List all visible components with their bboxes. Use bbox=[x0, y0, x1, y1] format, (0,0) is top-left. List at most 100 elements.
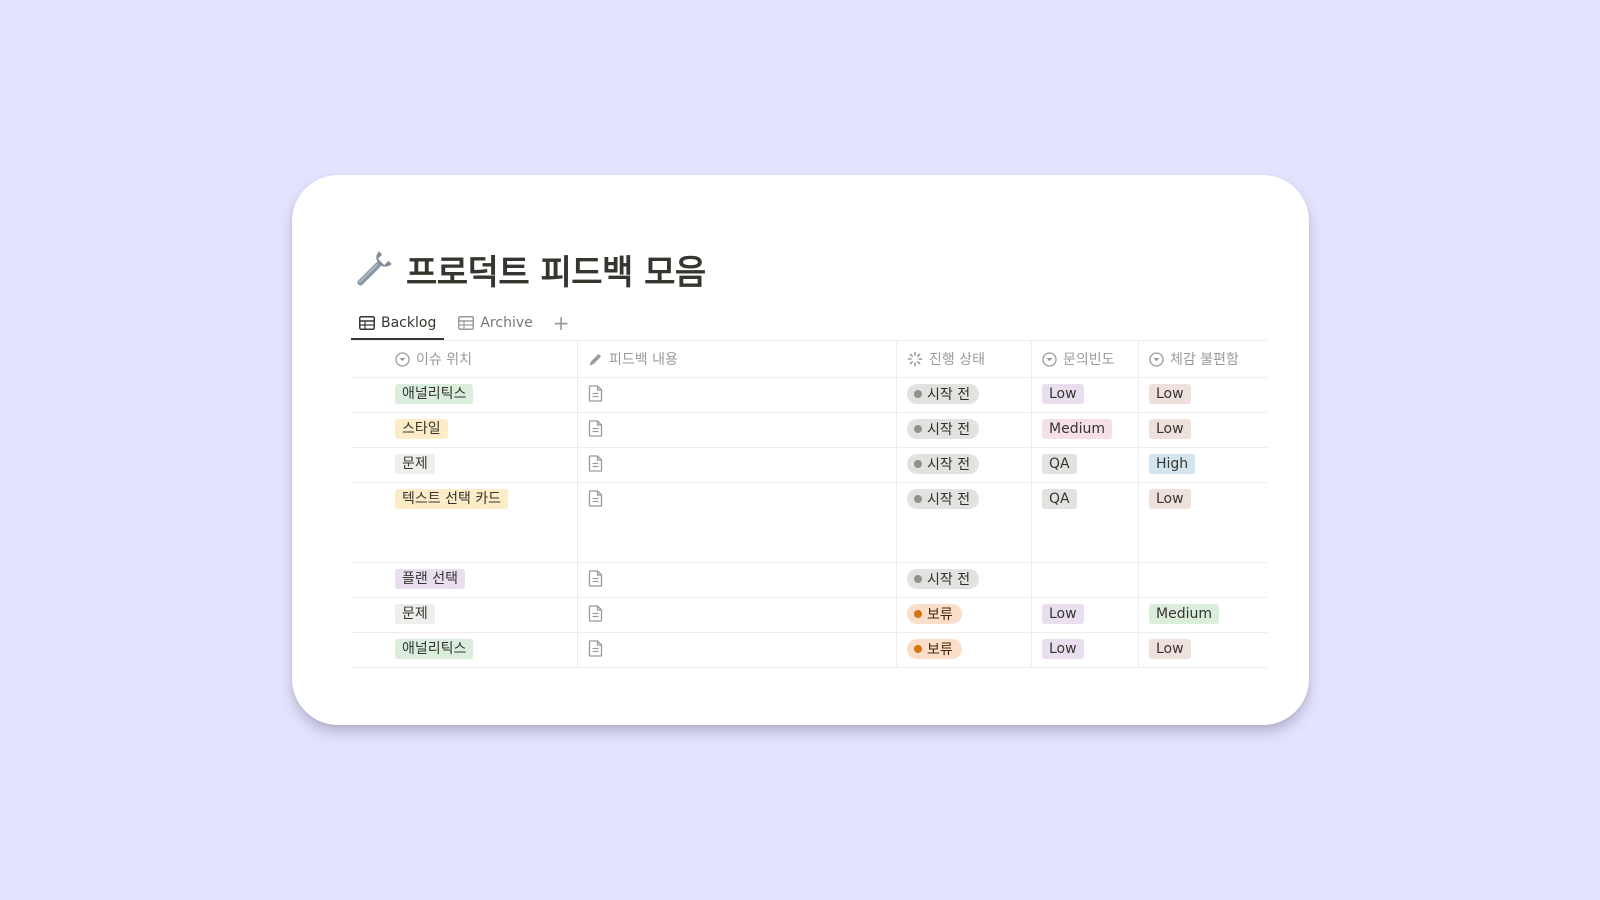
column-header-status[interactable]: 진행 상태 bbox=[897, 341, 1032, 377]
status-dot bbox=[914, 495, 922, 503]
cell-feedback[interactable] bbox=[578, 633, 897, 667]
inconvenience-tag: Low bbox=[1149, 639, 1191, 659]
document-icon bbox=[588, 605, 603, 622]
cell-status[interactable]: 시작 전 bbox=[897, 378, 1032, 412]
page-header: 프로덕트 피드백 모음 bbox=[352, 243, 706, 295]
cell-feedback[interactable] bbox=[578, 448, 897, 482]
table-header: 이슈 위치 피드백 내용 진행 상태 문의빈도 체감 불편함 bbox=[351, 341, 1267, 378]
status-label: 시작 전 bbox=[927, 457, 971, 473]
status-badge: 보류 bbox=[907, 604, 962, 624]
document-icon bbox=[588, 570, 603, 587]
column-header-feedback-label: 피드백 내용 bbox=[609, 352, 678, 368]
cell-status[interactable]: 보류 bbox=[897, 598, 1032, 632]
table-row[interactable]: 문제 시작 전 QA High bbox=[351, 448, 1267, 483]
location-tag: 애널리틱스 bbox=[395, 384, 474, 404]
column-header-feedback[interactable]: 피드백 내용 bbox=[578, 341, 897, 377]
cell-status[interactable]: 보류 bbox=[897, 633, 1032, 667]
column-header-inconvenience-label: 체감 불편함 bbox=[1170, 352, 1239, 368]
document-icon bbox=[588, 640, 603, 657]
status-label: 시작 전 bbox=[927, 422, 971, 438]
select-icon bbox=[1149, 351, 1164, 367]
cell-location[interactable]: 문제 bbox=[351, 448, 578, 482]
database-card: 프로덕트 피드백 모음 Backlog Archive + 이슈 위치 피드백 … bbox=[292, 175, 1309, 725]
frequency-tag: Low bbox=[1042, 384, 1084, 404]
status-label: 보류 bbox=[927, 607, 953, 623]
select-icon bbox=[395, 351, 410, 367]
frequency-tag: Low bbox=[1042, 639, 1084, 659]
cell-frequency[interactable] bbox=[1032, 563, 1139, 597]
location-tag: 플랜 선택 bbox=[395, 569, 465, 589]
cell-inconvenience[interactable] bbox=[1139, 563, 1263, 597]
cell-location[interactable]: 플랜 선택 bbox=[351, 563, 578, 597]
table-row[interactable]: 텍스트 선택 카드 시작 전 QA Low bbox=[351, 483, 1267, 563]
status-dot bbox=[914, 425, 922, 433]
cell-inconvenience[interactable]: Low bbox=[1139, 483, 1263, 562]
status-badge: 보류 bbox=[907, 639, 962, 659]
column-header-frequency[interactable]: 문의빈도 bbox=[1032, 341, 1139, 377]
frequency-tag: QA bbox=[1042, 489, 1077, 509]
table-icon bbox=[458, 316, 475, 330]
status-dot bbox=[914, 610, 922, 618]
location-tag: 문제 bbox=[395, 604, 435, 624]
cell-status[interactable]: 시작 전 bbox=[897, 483, 1032, 562]
status-icon bbox=[907, 351, 923, 367]
location-tag: 문제 bbox=[395, 454, 435, 474]
status-badge: 시작 전 bbox=[907, 454, 980, 474]
cell-frequency[interactable]: QA bbox=[1032, 483, 1139, 562]
column-header-inconvenience[interactable]: 체감 불편함 bbox=[1139, 341, 1263, 377]
cell-location[interactable]: 텍스트 선택 카드 bbox=[351, 483, 578, 562]
tab-archive-label: Archive bbox=[480, 315, 533, 331]
cell-feedback[interactable] bbox=[578, 483, 897, 562]
document-icon bbox=[588, 420, 603, 437]
cell-location[interactable]: 애널리틱스 bbox=[351, 378, 578, 412]
wrench-icon bbox=[357, 251, 392, 286]
tab-archive[interactable]: Archive bbox=[450, 308, 540, 338]
status-dot bbox=[914, 390, 922, 398]
cell-inconvenience[interactable]: Low bbox=[1139, 413, 1263, 447]
location-tag: 텍스트 선택 카드 bbox=[395, 489, 509, 509]
table-body: 애널리틱스 시작 전 Low Low 스타일 시작 전 Medium Low 문제 시작 전 QA H… bbox=[351, 378, 1267, 668]
status-label: 시작 전 bbox=[927, 387, 971, 403]
cell-frequency[interactable]: Low bbox=[1032, 378, 1139, 412]
cell-frequency[interactable]: QA bbox=[1032, 448, 1139, 482]
cell-feedback[interactable] bbox=[578, 563, 897, 597]
cell-location[interactable]: 애널리틱스 bbox=[351, 633, 578, 667]
table-icon bbox=[359, 316, 375, 330]
cell-status[interactable]: 시작 전 bbox=[897, 413, 1032, 447]
cell-frequency[interactable]: Low bbox=[1032, 598, 1139, 632]
cell-feedback[interactable] bbox=[578, 413, 897, 447]
status-badge: 시작 전 bbox=[907, 384, 980, 404]
cell-inconvenience[interactable]: Low bbox=[1139, 633, 1263, 667]
column-header-location[interactable]: 이슈 위치 bbox=[351, 341, 578, 377]
cell-status[interactable]: 시작 전 bbox=[897, 563, 1032, 597]
tab-backlog[interactable]: Backlog bbox=[351, 308, 445, 340]
pencil-icon bbox=[589, 353, 601, 365]
cell-inconvenience[interactable]: Medium bbox=[1139, 598, 1263, 632]
column-header-frequency-label: 문의빈도 bbox=[1063, 352, 1115, 368]
inconvenience-tag: Low bbox=[1149, 489, 1191, 509]
cell-location[interactable]: 스타일 bbox=[351, 413, 578, 447]
cell-location[interactable]: 문제 bbox=[351, 598, 578, 632]
cell-inconvenience[interactable]: High bbox=[1139, 448, 1263, 482]
status-badge: 시작 전 bbox=[907, 419, 980, 439]
cell-frequency[interactable]: Medium bbox=[1032, 413, 1139, 447]
table-row[interactable]: 문제 보류 Low Medium bbox=[351, 598, 1267, 633]
view-tabs: Backlog Archive + bbox=[351, 308, 576, 340]
status-dot bbox=[914, 575, 922, 583]
inconvenience-tag: Medium bbox=[1149, 604, 1219, 624]
status-label: 보류 bbox=[927, 642, 953, 658]
cell-feedback[interactable] bbox=[578, 598, 897, 632]
table-row[interactable]: 애널리틱스 보류 Low Low bbox=[351, 633, 1267, 668]
cell-frequency[interactable]: Low bbox=[1032, 633, 1139, 667]
column-header-location-label: 이슈 위치 bbox=[416, 352, 472, 368]
cell-inconvenience[interactable]: Low bbox=[1139, 378, 1263, 412]
document-icon bbox=[588, 385, 603, 402]
status-dot bbox=[914, 645, 922, 653]
cell-status[interactable]: 시작 전 bbox=[897, 448, 1032, 482]
add-view-button[interactable]: + bbox=[547, 308, 576, 338]
table-row[interactable]: 플랜 선택 시작 전 bbox=[351, 563, 1267, 598]
table-row[interactable]: 애널리틱스 시작 전 Low Low bbox=[351, 378, 1267, 413]
status-label: 시작 전 bbox=[927, 492, 971, 508]
table-row[interactable]: 스타일 시작 전 Medium Low bbox=[351, 413, 1267, 448]
cell-feedback[interactable] bbox=[578, 378, 897, 412]
